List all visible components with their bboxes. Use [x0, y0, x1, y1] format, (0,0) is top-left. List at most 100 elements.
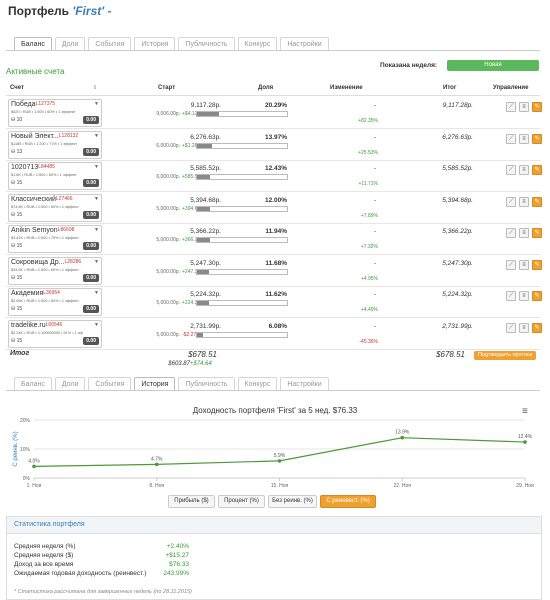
account-card[interactable]: tradelike.ruL66546 ▼ $2.24K • RUB • 1:1000…	[8, 319, 102, 348]
share-bar	[196, 331, 288, 338]
share-value: 11.94%	[265, 228, 287, 235]
change-dash: -	[373, 196, 376, 204]
share-value: 12.00%	[264, 196, 287, 204]
account-name-line: АкадемияL36954	[11, 290, 60, 297]
share-bar-fill	[197, 206, 210, 211]
edit-icon[interactable]: ✎	[532, 102, 542, 112]
account-card[interactable]: ПобедаL127375 ▼ $520 • RUB • 1:500 • 60% •…	[8, 99, 102, 127]
account-meta: ⛁ 15	[11, 212, 22, 218]
tab-2[interactable]: Доли	[54, 37, 86, 51]
col-manage: Управление	[493, 85, 529, 91]
account-name[interactable]: Сокровища Др...	[11, 259, 65, 266]
account-name[interactable]: Новый Элект...	[11, 133, 59, 140]
list-icon[interactable]: ≡	[519, 259, 529, 270]
change-dash: -	[373, 291, 376, 298]
chevron-down-icon[interactable]: ▼	[94, 196, 99, 202]
account-card[interactable]: Anikin SemyonL86698 ▼ $3.42K • RUB • 1:500…	[8, 225, 102, 253]
account-card[interactable]: КлассическийL27466 ▼ $74.6K • RUB • 1:500 …	[8, 193, 102, 222]
tab-7[interactable]: Настройки	[280, 377, 329, 391]
tabs-bottom: Баланс Доли События История Публичность Конку…	[14, 377, 329, 391]
change-value: +25.53%	[358, 149, 378, 156]
list-icon[interactable]: ≡	[519, 322, 529, 333]
tab-3[interactable]: События	[88, 377, 132, 391]
edit-icon[interactable]: ✎	[532, 196, 542, 207]
account-card[interactable]: Новый Элект...L128132 ▼ $1185 • RUB • 1:20…	[8, 130, 102, 159]
col-account[interactable]: Счет	[10, 85, 24, 91]
account-card[interactable]: 1020713L84485 ▼ $1.6K • RUB • 1:500 • 80% …	[8, 162, 102, 190]
tab-5[interactable]: Публичность	[178, 37, 235, 51]
chart-icon[interactable]: ⟋	[506, 259, 516, 270]
list-icon[interactable]: ≡	[519, 165, 529, 175]
sort-icon[interactable]: ⇕	[93, 85, 97, 91]
list-icon[interactable]: ≡	[519, 291, 529, 301]
mode-button-3[interactable]: Без реинв. (%)	[268, 495, 317, 508]
edit-icon[interactable]: ✎	[532, 228, 542, 238]
chart-icon[interactable]: ⟋	[506, 133, 516, 144]
start-value: 2,731.99р.	[190, 322, 221, 330]
header-divider	[6, 95, 540, 96]
account-name[interactable]: tradelike.ru	[11, 322, 46, 329]
tab-1[interactable]: Баланс	[14, 37, 52, 51]
chevron-down-icon[interactable]: ▼	[94, 259, 99, 265]
account-id: L127375	[35, 101, 56, 107]
edit-icon[interactable]: ✎	[532, 133, 542, 144]
tab-5[interactable]: Публичность	[178, 377, 235, 391]
account-name[interactable]: Победа	[11, 101, 36, 108]
edit-icon[interactable]: ✎	[532, 259, 542, 270]
account-card[interactable]: АкадемияL36954 ▼ $2.65K • RUB • 1:500 • 60…	[8, 288, 102, 316]
week-select[interactable]: Новая	[447, 60, 539, 71]
share-bar-fill	[197, 143, 212, 148]
account-name-line: ПобедаL127375	[11, 101, 55, 108]
account-details: $1.6K • RUB • 1:500 • 80% • 1 эффект	[11, 173, 77, 177]
account-name-line: Сокровища Др...L28286	[11, 259, 81, 266]
account-name[interactable]: 1020713	[11, 164, 38, 171]
mode-button-4[interactable]: С реинвест. (%)	[320, 495, 376, 508]
mode-button-1[interactable]: Прибыль ($)	[168, 495, 215, 508]
tab-4[interactable]: История	[134, 377, 176, 391]
x-tick-label: 1. Ноя	[27, 483, 42, 489]
stat-label: Средняя неделя (%)	[14, 543, 76, 550]
chevron-down-icon[interactable]: ▼	[94, 227, 99, 233]
change-dash: -	[373, 165, 376, 172]
tab-3[interactable]: События	[88, 37, 132, 51]
chart-icon[interactable]: ⟋	[506, 196, 516, 207]
chart-icon[interactable]: ⟋	[506, 165, 516, 175]
share-bar-fill	[197, 332, 204, 337]
account-name-line: tradelike.ruL66546	[11, 322, 62, 329]
chevron-down-icon[interactable]: ▼	[94, 133, 99, 139]
chart-icon[interactable]: ⟋	[506, 291, 516, 301]
account-card[interactable]: Сокровища Др...L28286 ▼ $34.5K • RUB • 1:5…	[8, 256, 102, 285]
chevron-down-icon[interactable]: ▼	[94, 322, 99, 328]
tab-4[interactable]: История	[134, 37, 176, 51]
list-icon[interactable]: ≡	[519, 102, 529, 112]
edit-icon[interactable]: ✎	[532, 322, 542, 333]
tab-6[interactable]: Конкурс	[237, 37, 278, 51]
chart-icon[interactable]: ⟋	[506, 228, 516, 238]
edit-icon[interactable]: ✎	[532, 165, 542, 175]
table-row: Anikin SemyonL86698 ▼ $3.42K • RUB • 1:500…	[6, 223, 542, 255]
list-icon[interactable]: ≡	[519, 196, 529, 207]
chart-icon[interactable]: ⟋	[506, 322, 516, 333]
list-icon[interactable]: ≡	[519, 133, 529, 144]
tab-1[interactable]: Баланс	[14, 377, 52, 391]
list-icon[interactable]: ≡	[519, 228, 529, 238]
chevron-down-icon[interactable]: ▼	[94, 101, 99, 107]
tab-6[interactable]: Конкурс	[237, 377, 278, 391]
account-name[interactable]: Классический	[11, 196, 56, 203]
account-name-line: 1020713L84485	[11, 164, 55, 171]
propose-button[interactable]: Подтвердить прогноз	[474, 351, 536, 360]
table-row: Новый Элект...L128132 ▼ $1185 • RUB • 1:20…	[6, 129, 542, 161]
mode-button-2[interactable]: Процент (%)	[218, 495, 265, 508]
change-dash: -	[373, 228, 376, 235]
account-count: 15	[16, 306, 23, 312]
account-name[interactable]: Академия	[11, 290, 43, 297]
edit-icon[interactable]: ✎	[532, 291, 542, 301]
chevron-down-icon[interactable]: ▼	[94, 164, 99, 170]
chart-icon[interactable]: ⟋	[506, 102, 516, 112]
chevron-down-icon[interactable]: ▼	[94, 290, 99, 296]
data-label: 12.4%	[518, 434, 533, 440]
tab-2[interactable]: Доли	[54, 377, 86, 391]
tab-7[interactable]: Настройки	[280, 37, 329, 51]
total-value: 9,117.28р.	[442, 102, 473, 109]
account-name[interactable]: Anikin Semyon	[11, 227, 58, 234]
